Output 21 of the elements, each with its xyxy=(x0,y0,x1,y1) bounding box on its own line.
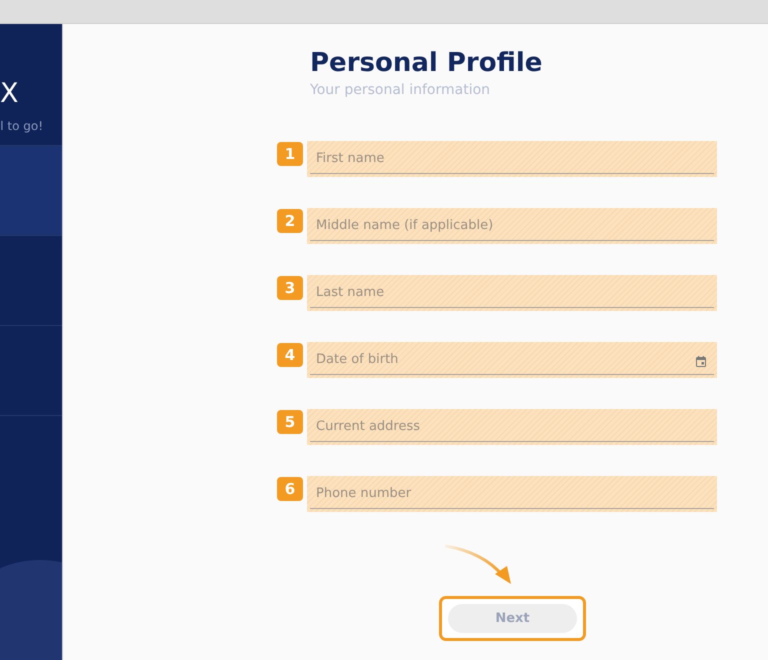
step-badge: 2 xyxy=(277,209,303,233)
next-button[interactable]: Next xyxy=(448,604,577,633)
step-badge: 6 xyxy=(277,477,303,501)
step-badge: 3 xyxy=(277,276,303,300)
step-badge: 1 xyxy=(277,142,303,166)
step-badge: 5 xyxy=(277,410,303,434)
input-field[interactable]: Current address xyxy=(307,409,717,445)
page-subtitle: Your personal information xyxy=(310,81,492,100)
sidebar-item[interactable] xyxy=(0,145,62,235)
input-field[interactable]: Last name xyxy=(307,275,717,311)
calendar-icon[interactable] xyxy=(696,356,706,367)
page-title: Personal Profile xyxy=(310,47,544,80)
pointer-arrow xyxy=(443,544,513,586)
step-badge: 4 xyxy=(277,343,303,367)
app-title: X xyxy=(0,79,20,109)
input-field[interactable]: Phone number xyxy=(307,476,717,512)
input-field[interactable]: Middle name (if applicable) xyxy=(307,208,717,244)
date-field[interactable]: Date of birth xyxy=(307,342,717,378)
sidebar-item[interactable] xyxy=(0,325,62,416)
input-field[interactable]: First name xyxy=(307,141,717,177)
app-tagline: l to go! xyxy=(0,119,44,135)
